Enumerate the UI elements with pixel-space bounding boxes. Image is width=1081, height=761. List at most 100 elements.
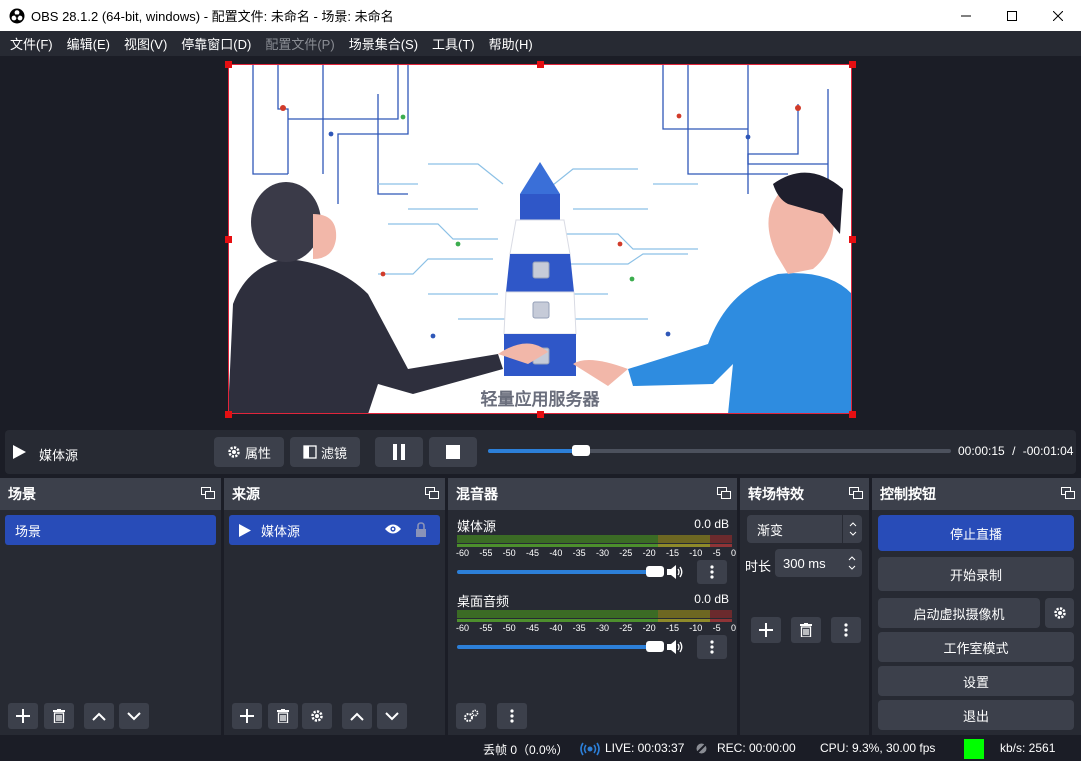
scale-tick: -30 bbox=[595, 623, 609, 633]
scale-tick: -5 bbox=[712, 623, 721, 633]
resize-handle-bl[interactable] bbox=[225, 411, 232, 418]
meter-scale: -60 -55 -50 -45 -40 -35 -30 -25 -20 -15 -10 -5 0 bbox=[456, 623, 736, 633]
cpu-usage: CPU: 9.3%, 30.00 fps bbox=[820, 741, 936, 755]
obs-logo-icon bbox=[9, 8, 25, 23]
scale-tick: 0 bbox=[730, 623, 736, 633]
kebab-icon bbox=[510, 709, 514, 723]
channel-menu-button[interactable] bbox=[697, 560, 727, 584]
channel-menu-button[interactable] bbox=[697, 635, 727, 659]
menu-file[interactable]: 文件(F) bbox=[3, 34, 60, 53]
source-item-label: 媒体源 bbox=[261, 523, 301, 539]
preview-area[interactable]: 轻量应用服务器 bbox=[0, 56, 1081, 427]
volume-handle[interactable] bbox=[646, 641, 664, 652]
scale-tick: -25 bbox=[619, 548, 633, 558]
volume-handle[interactable] bbox=[646, 566, 664, 577]
advanced-audio-button[interactable] bbox=[456, 703, 486, 729]
transitions-title: 转场特效 bbox=[748, 486, 804, 502]
media-controls: 媒体源 属性 滤镜 00:00:15 / -00:01:04 bbox=[5, 430, 1076, 474]
source-properties-button[interactable] bbox=[302, 703, 332, 729]
volume-slider[interactable] bbox=[457, 566, 664, 577]
scale-tick: -60 bbox=[456, 548, 470, 558]
menu-edit[interactable]: 编辑(E) bbox=[60, 34, 117, 53]
menu-view[interactable]: 视图(V) bbox=[117, 34, 174, 53]
filters-button[interactable]: 滤镜 bbox=[290, 437, 360, 467]
seek-handle[interactable] bbox=[571, 445, 590, 456]
chevron-down-icon bbox=[385, 711, 399, 720]
scale-tick: -45 bbox=[525, 623, 539, 633]
record-off-icon bbox=[695, 742, 708, 755]
transitions-header: 转场特效 bbox=[740, 478, 869, 510]
media-seek-slider[interactable] bbox=[488, 445, 951, 456]
speaker-icon[interactable] bbox=[667, 565, 683, 579]
scale-tick: -55 bbox=[479, 548, 493, 558]
mixer-menu-button[interactable] bbox=[497, 703, 527, 729]
resize-handle-tr[interactable] bbox=[849, 61, 856, 68]
move-scene-up-button[interactable] bbox=[84, 703, 114, 729]
minimize-button[interactable] bbox=[943, 0, 989, 31]
scale-tick: -10 bbox=[689, 548, 703, 558]
undock-icon[interactable] bbox=[717, 487, 731, 499]
channel-name: 媒体源 bbox=[457, 519, 497, 534]
stop-media-button[interactable] bbox=[429, 437, 477, 467]
updown-icon[interactable] bbox=[847, 555, 857, 571]
studio-mode-button[interactable]: 工作室模式 bbox=[878, 632, 1074, 662]
properties-button[interactable]: 属性 bbox=[214, 437, 284, 467]
undock-icon[interactable] bbox=[849, 487, 863, 499]
add-source-button[interactable] bbox=[232, 703, 262, 729]
volume-slider[interactable] bbox=[457, 641, 664, 652]
resize-handle-t[interactable] bbox=[537, 61, 544, 68]
start-recording-button[interactable]: 开始录制 bbox=[878, 557, 1074, 591]
pause-button[interactable] bbox=[375, 437, 423, 467]
scale-tick: -30 bbox=[595, 548, 609, 558]
window-title: OBS 28.1.2 (64-bit, windows) - 配置文件: 未命名… bbox=[31, 9, 394, 24]
menu-scene-collection[interactable]: 场景集合(S) bbox=[342, 34, 425, 53]
lock-icon[interactable] bbox=[415, 522, 427, 537]
transition-selected: 渐变 bbox=[757, 522, 784, 538]
undock-icon[interactable] bbox=[1061, 487, 1075, 499]
speaker-icon[interactable] bbox=[667, 640, 683, 654]
add-scene-button[interactable] bbox=[8, 703, 38, 729]
exit-button[interactable]: 退出 bbox=[878, 700, 1074, 730]
close-button[interactable] bbox=[1035, 0, 1081, 31]
undock-icon[interactable] bbox=[201, 487, 215, 499]
scene-item[interactable]: 场景 bbox=[5, 515, 216, 545]
menu-help[interactable]: 帮助(H) bbox=[482, 34, 540, 53]
transition-menu-button[interactable] bbox=[831, 617, 861, 643]
resize-handle-r[interactable] bbox=[849, 236, 856, 243]
play-icon[interactable] bbox=[13, 445, 26, 459]
mixer-dock: 混音器 媒体源 0.0 dB -60 -55 -50 -45 -40 -35 -30 -25-… bbox=[448, 478, 737, 735]
eye-icon[interactable] bbox=[385, 523, 401, 535]
scale-tick: -25 bbox=[619, 623, 633, 633]
duration-spinbox[interactable]: 300 ms bbox=[775, 549, 862, 577]
transition-select[interactable]: 渐变 bbox=[747, 515, 862, 543]
undock-icon[interactable] bbox=[425, 487, 439, 499]
virtual-camera-button[interactable]: 启动虚拟摄像机 bbox=[878, 598, 1040, 628]
move-scene-down-button[interactable] bbox=[119, 703, 149, 729]
preview-canvas[interactable]: 轻量应用服务器 bbox=[228, 64, 852, 414]
maximize-button[interactable] bbox=[989, 0, 1035, 31]
duration-label: 时长 bbox=[745, 559, 772, 574]
plus-icon bbox=[759, 623, 773, 637]
stream-health-indicator bbox=[964, 739, 984, 759]
volume-meter-peak bbox=[457, 619, 732, 622]
move-source-down-button[interactable] bbox=[377, 703, 407, 729]
remove-transition-button[interactable] bbox=[791, 617, 821, 643]
menu-docks[interactable]: 停靠窗口(D) bbox=[174, 34, 258, 53]
resize-handle-b[interactable] bbox=[537, 411, 544, 418]
virtual-camera-settings-button[interactable] bbox=[1045, 598, 1074, 628]
stop-streaming-button[interactable]: 停止直播 bbox=[878, 515, 1074, 551]
time-elapsed: 00:00:15 bbox=[958, 444, 1005, 458]
remove-scene-button[interactable] bbox=[44, 703, 74, 729]
resize-handle-l[interactable] bbox=[225, 236, 232, 243]
remove-source-button[interactable] bbox=[268, 703, 298, 729]
resize-handle-br[interactable] bbox=[849, 411, 856, 418]
menu-profile[interactable]: 配置文件(P) bbox=[258, 34, 341, 53]
settings-button[interactable]: 设置 bbox=[878, 666, 1074, 696]
trash-icon bbox=[277, 709, 289, 723]
menu-tools[interactable]: 工具(T) bbox=[425, 34, 482, 53]
move-source-up-button[interactable] bbox=[342, 703, 372, 729]
scale-tick: -20 bbox=[642, 623, 656, 633]
source-item[interactable]: 媒体源 bbox=[229, 515, 440, 545]
add-transition-button[interactable] bbox=[751, 617, 781, 643]
resize-handle-tl[interactable] bbox=[225, 61, 232, 68]
